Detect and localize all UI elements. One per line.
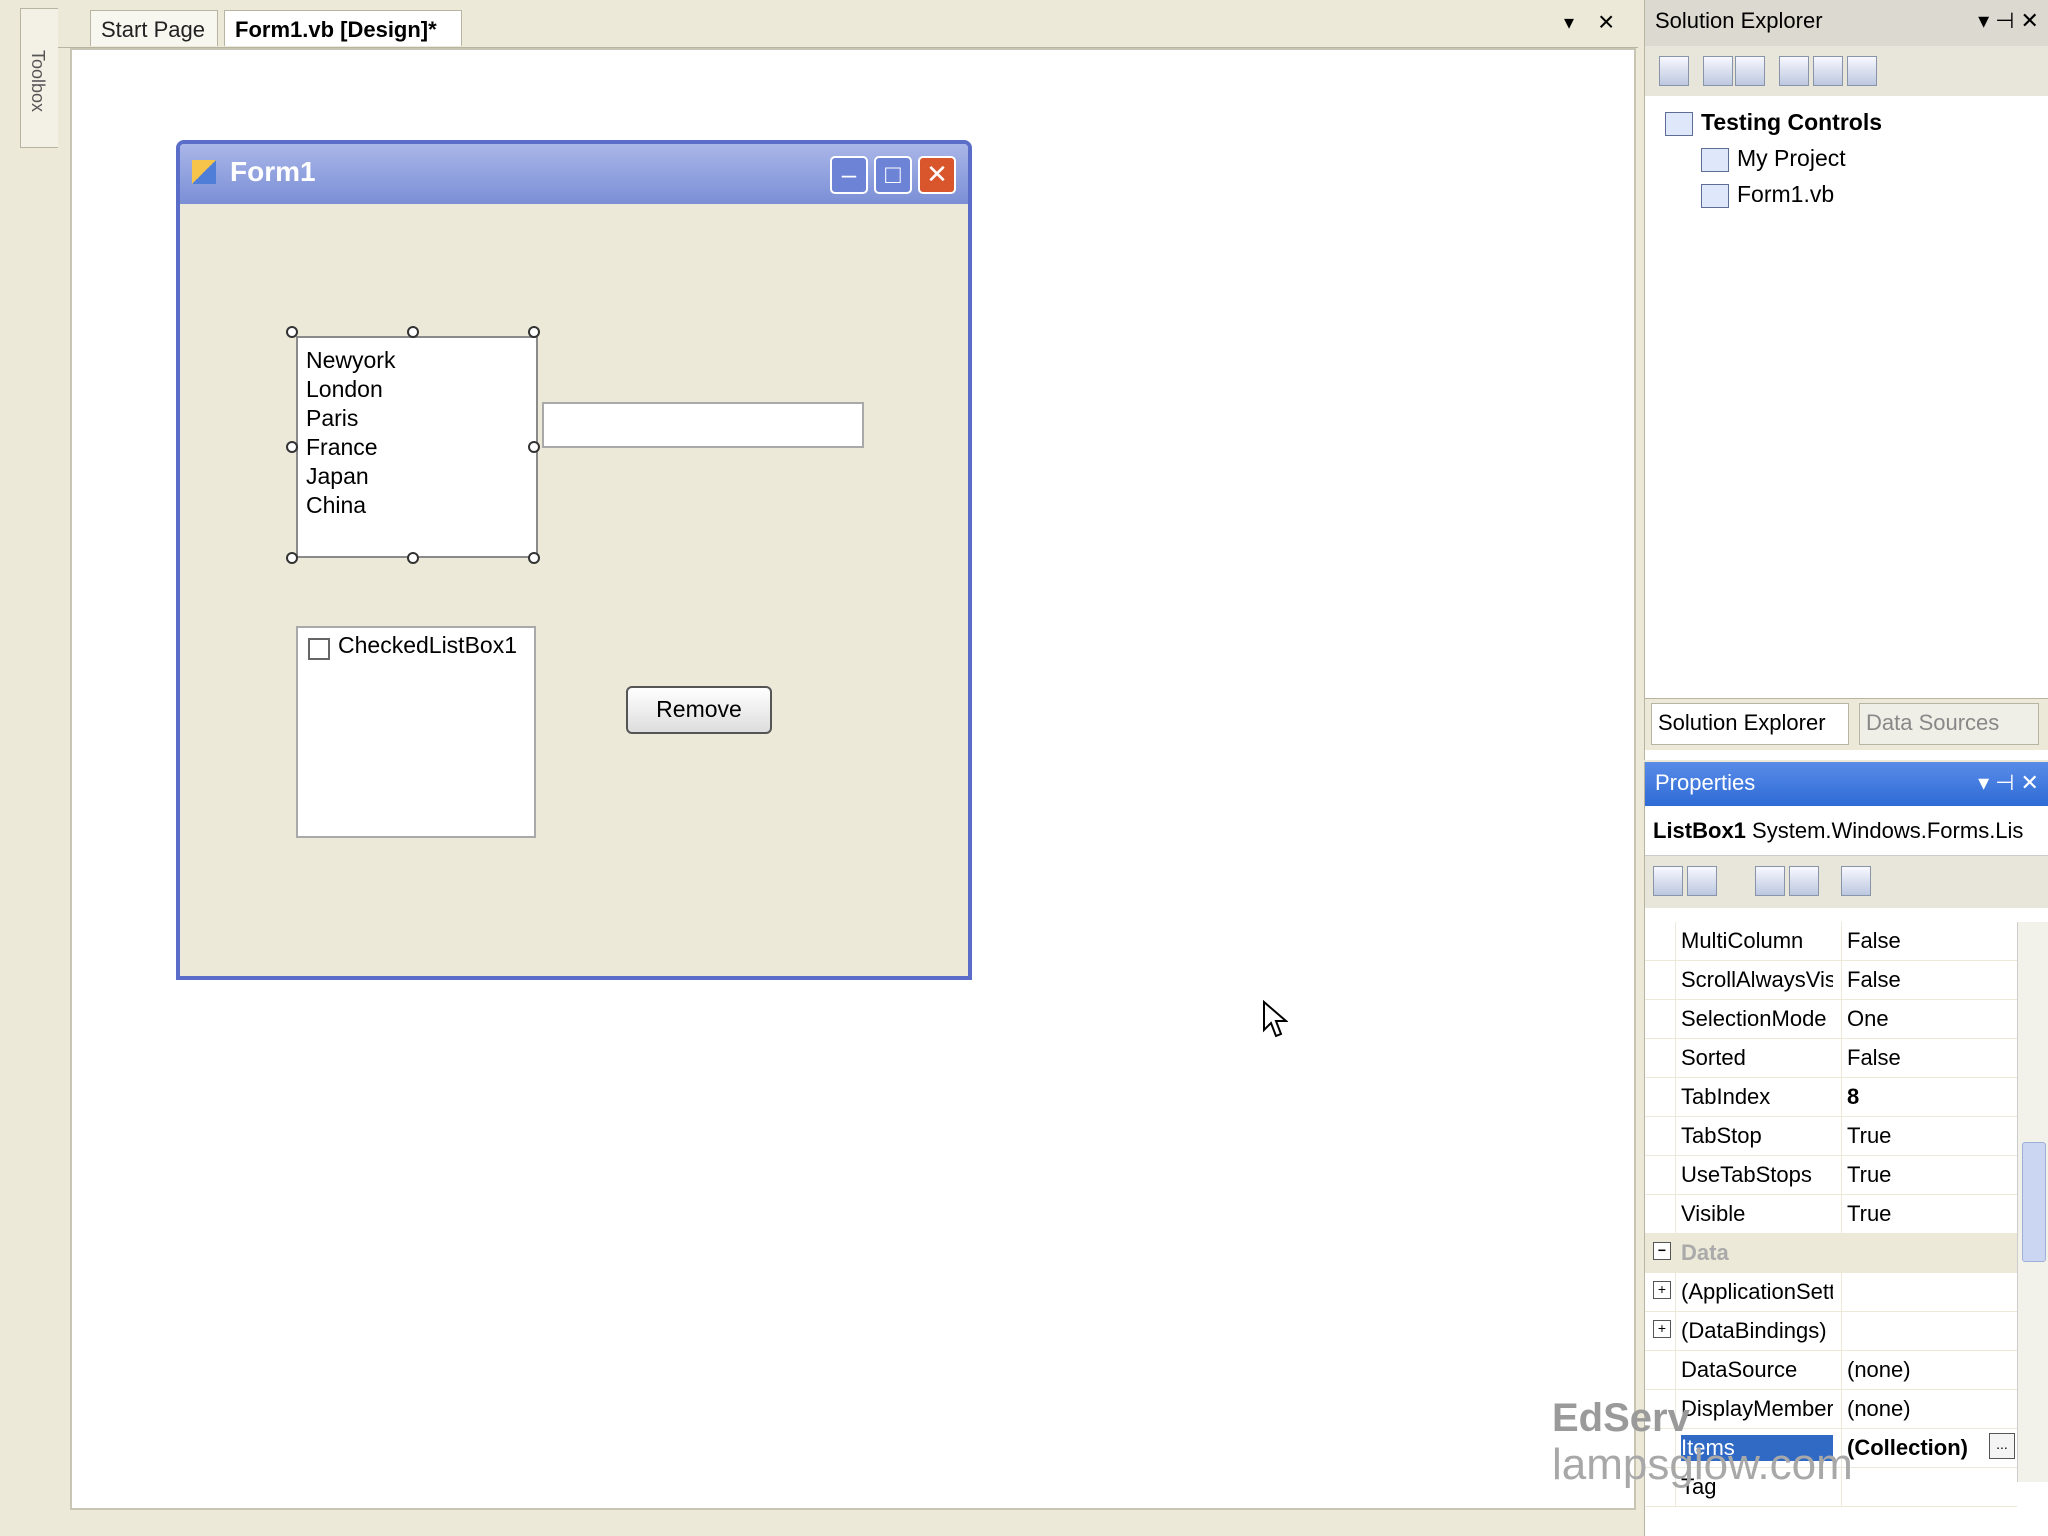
properties-view-icon[interactable]: [1755, 866, 1785, 896]
list-item[interactable]: Japan: [306, 462, 528, 491]
form1-window[interactable]: Form1 – □ ✕ Newyork London Paris France …: [176, 140, 972, 980]
view-code-icon[interactable]: [1779, 56, 1809, 86]
expand-icon[interactable]: +: [1653, 1320, 1671, 1338]
object-selector[interactable]: ListBox1 System.Windows.Forms.Lis: [1645, 806, 2048, 856]
panel-controls[interactable]: ▾ ⊣ ✕: [1978, 8, 2039, 34]
property-row[interactable]: MultiColumn False: [1645, 922, 2017, 961]
property-row[interactable]: DataSource (none): [1645, 1351, 2017, 1390]
resize-grip[interactable]: [286, 441, 298, 453]
resize-grip[interactable]: [407, 552, 419, 564]
maximize-button[interactable]: □: [874, 156, 912, 194]
watermark-url: lampsglow.com: [1552, 1440, 1853, 1489]
resize-grip[interactable]: [528, 552, 540, 564]
listbox1[interactable]: Newyork London Paris France Japan China: [296, 336, 538, 558]
solution-explorer-header: Solution Explorer ▾ ⊣ ✕: [1645, 0, 2048, 46]
properties-header: Properties ▾ ⊣ ✕: [1645, 762, 2048, 806]
tree-item-form1[interactable]: Form1.vb: [1665, 176, 1882, 212]
tree-root[interactable]: Testing Controls: [1665, 104, 1882, 140]
property-row[interactable]: TabStop True: [1645, 1117, 2017, 1156]
minimize-button[interactable]: –: [830, 156, 868, 194]
property-row[interactable]: Sorted False: [1645, 1039, 2017, 1078]
property-row[interactable]: + (DataBindings): [1645, 1312, 2017, 1351]
show-all-files-icon[interactable]: [1703, 56, 1733, 86]
my-project-icon: [1701, 147, 1729, 172]
category-row-data[interactable]: − Data: [1645, 1234, 2017, 1273]
form-icon: [192, 160, 216, 184]
checkedlistbox-label: CheckedListBox1: [338, 632, 517, 658]
class-diagram-icon[interactable]: [1847, 56, 1877, 86]
resize-grip[interactable]: [286, 326, 298, 338]
toolbox-label: Toolbox: [28, 50, 48, 113]
tab-solution-explorer[interactable]: Solution Explorer: [1651, 703, 1849, 745]
list-item[interactable]: France: [306, 433, 528, 462]
list-item[interactable]: China: [306, 491, 528, 520]
list-item[interactable]: London: [306, 375, 528, 404]
scrollbar-thumb[interactable]: [2022, 1142, 2046, 1262]
form-file-icon: [1701, 183, 1729, 208]
remove-button[interactable]: Remove: [626, 686, 772, 734]
property-pages-icon[interactable]: [1841, 866, 1871, 896]
checkedlistbox1[interactable]: CheckedListBox1: [296, 626, 536, 838]
object-name: ListBox1: [1653, 818, 1746, 843]
alphabetical-icon[interactable]: [1687, 866, 1717, 896]
property-row[interactable]: SelectionMode One: [1645, 1000, 2017, 1039]
solution-explorer-title: Solution Explorer: [1655, 8, 1823, 33]
tab-data-sources[interactable]: Data Sources: [1859, 703, 2039, 745]
object-type: System.Windows.Forms.Lis: [1752, 818, 2024, 843]
tab-start-page[interactable]: Start Page: [90, 10, 218, 46]
expand-icon[interactable]: +: [1653, 1281, 1671, 1299]
mouse-cursor-icon: [1263, 1000, 1288, 1038]
form1-title: Form1: [230, 156, 316, 187]
properties-toolbar: [1645, 856, 2048, 908]
design-surface[interactable]: Form1 – □ ✕ Newyork London Paris France …: [70, 48, 1636, 1510]
tab-form1-design[interactable]: Form1.vb [Design]*: [224, 10, 462, 46]
properties-panel: Properties ▾ ⊣ ✕ ListBox1 System.Windows…: [1644, 762, 2048, 1536]
textbox1[interactable]: [542, 402, 864, 448]
resize-grip[interactable]: [407, 326, 419, 338]
form1-titlebar[interactable]: Form1 – □ ✕: [180, 144, 968, 204]
toolbox-strip: [0, 0, 58, 1536]
refresh-icon[interactable]: [1735, 56, 1765, 86]
tab-close-icon[interactable]: ×: [1598, 6, 1614, 38]
solution-tree: Testing Controls My Project Form1.vb: [1665, 104, 1882, 212]
watermark-logo: EdServ: [1552, 1396, 1690, 1440]
properties-scrollbar[interactable]: [2017, 922, 2048, 1482]
property-row[interactable]: ScrollAlwaysVisibFalse: [1645, 961, 2017, 1000]
tree-item-my-project[interactable]: My Project: [1665, 140, 1882, 176]
property-row[interactable]: DisplayMember (none): [1645, 1390, 2017, 1429]
resize-grip[interactable]: [528, 441, 540, 453]
resize-grip[interactable]: [286, 552, 298, 564]
property-row[interactable]: + (ApplicationSetti: [1645, 1273, 2017, 1312]
property-row[interactable]: Visible True: [1645, 1195, 2017, 1234]
list-item[interactable]: Newyork: [306, 346, 528, 375]
properties-title: Properties: [1655, 770, 1756, 795]
checkbox[interactable]: [308, 638, 330, 660]
list-item[interactable]: Paris: [306, 404, 528, 433]
tab-dropdown-icon[interactable]: ▾: [1564, 10, 1574, 35]
property-row[interactable]: UseTabStops True: [1645, 1156, 2017, 1195]
ellipsis-button[interactable]: ...: [1989, 1433, 2015, 1459]
collapse-icon[interactable]: −: [1653, 1242, 1671, 1260]
solution-explorer-toolbar: [1645, 46, 2048, 96]
view-designer-icon[interactable]: [1813, 56, 1843, 86]
project-icon: [1665, 111, 1693, 136]
panel-controls[interactable]: ▾ ⊣ ✕: [1978, 770, 2039, 796]
properties-icon[interactable]: [1659, 56, 1689, 86]
solution-explorer-panel: Solution Explorer ▾ ⊣ ✕ Testing Controls…: [1644, 0, 2048, 760]
categorized-icon[interactable]: [1653, 866, 1683, 896]
solution-explorer-tabs: Solution Explorer Data Sources: [1645, 698, 2048, 750]
property-grid: MultiColumnFalse ScrollAlwaysVisibFalse …: [1645, 922, 2017, 1507]
property-row[interactable]: TabIndex 8: [1645, 1078, 2017, 1117]
close-button[interactable]: ✕: [918, 156, 956, 194]
resize-grip[interactable]: [528, 326, 540, 338]
events-icon[interactable]: [1789, 866, 1819, 896]
